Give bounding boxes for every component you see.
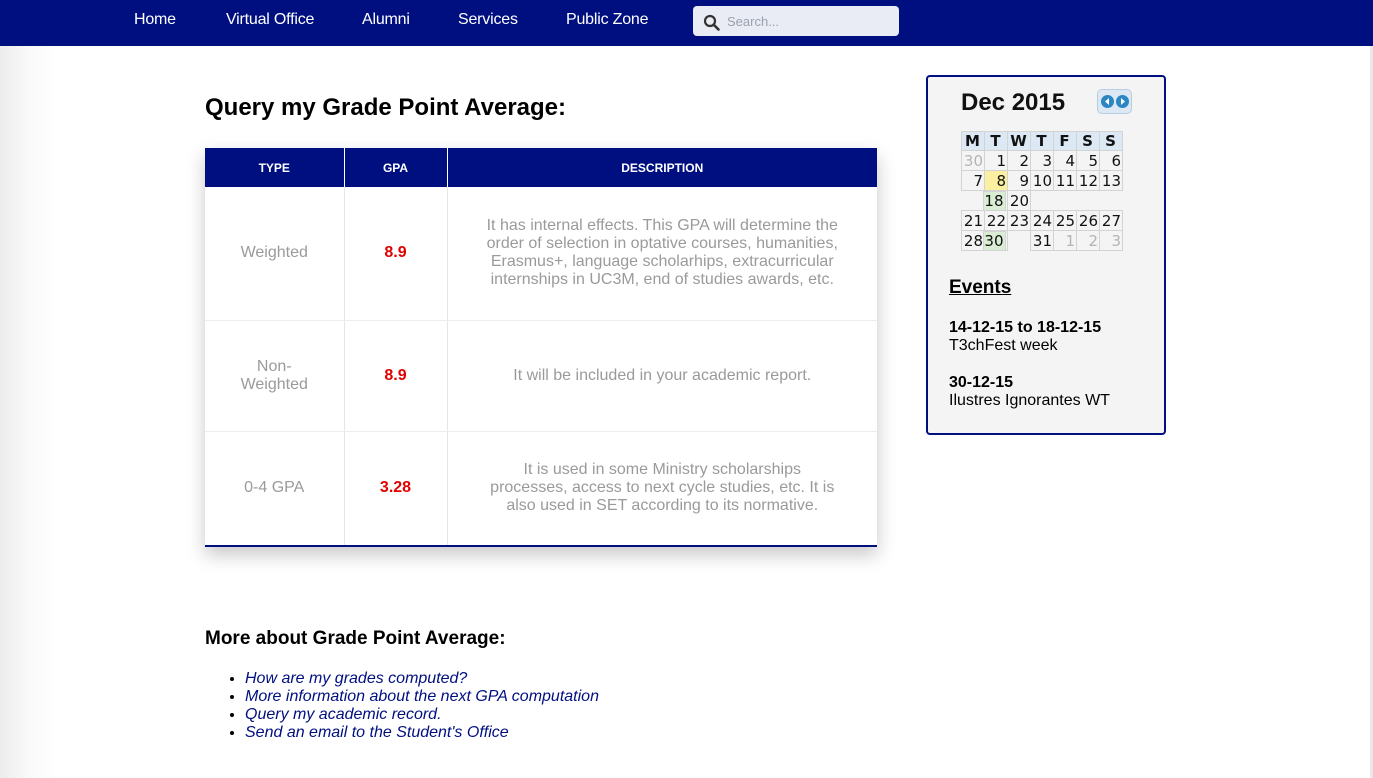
calendar-day-today[interactable]: 8 [984,170,1008,191]
event-item: 30-12-15 Ilustres Ignorantes WT [949,374,1110,410]
weekday-label: S [1076,131,1100,151]
calendar-day[interactable]: 6 [1099,150,1123,171]
calendar-day[interactable]: 1 [1053,230,1077,251]
calendar-day[interactable]: 10 [1030,170,1054,191]
calendar-week: 14 15 16 17 18 19 20 [962,190,1123,211]
gpa-table-card: TYPE GPA DESCRIPTION Weighted 8.9 It has… [205,148,877,547]
calendar-day[interactable]: 23 [1007,210,1031,231]
calendar-day-event[interactable]: 30 [982,231,1006,251]
calendar-day[interactable]: 24 [1030,210,1054,231]
weekday-label: S [1099,131,1123,151]
more-links-list: How are my grades computed? More informa… [205,670,599,742]
search-input[interactable] [727,6,892,36]
calendar-day[interactable]: 30 [961,150,985,171]
event-date: 14-12-15 to 18-12-15 [949,319,1102,336]
gpa-description-cell: It has internal effects. This GPA will d… [447,187,877,321]
gpa-value-cell: 3.28 [344,431,448,547]
link-email-students-office[interactable]: Send an email to the Student's Office [245,724,509,741]
calendar-week: 21 22 23 24 25 26 27 [961,210,1123,231]
column-header-gpa: GPA [344,148,448,187]
calendar-day[interactable]: 1 [984,150,1008,171]
calendar-grid: M T W T F S S 30 1 2 3 4 5 6 7 8 9 10 11… [961,131,1123,251]
weekday-label: W [1007,131,1031,151]
event-date: 30-12-15 [949,374,1014,391]
table-row: 0-4 GPA 3.28 It is used in some Ministry… [205,431,877,547]
gpa-type-cell: Weighted [205,187,345,321]
nav-services[interactable]: Services [458,11,518,29]
list-item: Send an email to the Student's Office [245,724,599,742]
gpa-description-cell: It will be included in your academic rep… [447,320,877,432]
nav-public-zone[interactable]: Public Zone [566,11,648,29]
calendar-day[interactable]: 31 [1030,230,1054,251]
gpa-value-cell: 8.9 [344,320,448,432]
calendar-day[interactable]: 2 [1076,230,1100,251]
list-item: More information about the next GPA comp… [245,688,599,706]
link-academic-record[interactable]: Query my academic record. [245,706,442,723]
calendar-day[interactable]: 2 [1007,150,1031,171]
weekday-label: T [1030,131,1054,151]
calendar-day[interactable]: 28 [961,230,985,251]
gpa-description-text: It will be included in your academic rep… [513,366,812,384]
calendar-day[interactable]: 25 [1053,210,1077,231]
search-icon [703,14,720,31]
calendar-day[interactable]: 13 [1099,170,1123,191]
calendar-day[interactable]: 11 [1053,170,1077,191]
arrow-left-icon [1105,98,1109,105]
prev-month-button[interactable] [1101,95,1114,108]
list-item: How are my grades computed? [245,670,599,688]
calendar-day[interactable]: 3 [1099,230,1123,251]
calendar-week: 7 8 9 10 11 12 13 [961,170,1123,191]
calendar-nav [1097,89,1132,114]
calendar-day[interactable]: 7 [961,170,985,191]
table-row: Weighted 8.9 It has internal effects. Th… [205,187,877,321]
calendar-day[interactable]: 21 [961,210,985,231]
more-section-title: More about Grade Point Average: [205,628,506,649]
gpa-description-text: It has internal effects. This GPA will d… [486,217,838,289]
page-title: Query my Grade Point Average: [205,94,567,121]
arrow-right-icon [1121,98,1125,105]
calendar-day[interactable]: 9 [1007,170,1031,191]
gpa-type-text: Non-Weighted [240,357,308,393]
table-row: Non-Weighted 8.9 It will be included in … [205,320,877,432]
link-grades-computed[interactable]: How are my grades computed? [245,670,467,687]
weekday-label: T [984,131,1008,151]
list-item: Query my academic record. [245,706,599,724]
column-header-type: TYPE [205,148,345,187]
calendar-day[interactable]: 26 [1076,210,1100,231]
calendar-week: 30 1 2 3 4 5 6 [961,150,1123,171]
calendar-day[interactable]: 5 [1076,150,1100,171]
gpa-description-text: It is used in some Ministry scholarships… [490,461,835,515]
calendar-events-panel: Dec 2015 M T W T F S S 30 1 2 3 4 5 6 7 … [926,75,1166,435]
calendar-month-label: Dec 2015 [961,89,1066,116]
weekday-label: M [961,131,985,151]
next-month-button[interactable] [1116,95,1129,108]
calendar-day[interactable]: 3 [1030,150,1054,171]
calendar-day-event[interactable]: 18 [982,191,1006,211]
link-next-gpa-computation[interactable]: More information about the next GPA comp… [245,688,599,705]
event-name: Ilustres Ignorantes WT [949,392,1110,409]
gpa-value-cell: 8.9 [344,187,448,321]
gpa-table: TYPE GPA DESCRIPTION Weighted 8.9 It has… [205,148,877,547]
gpa-description-cell: It is used in some Ministry scholarships… [447,431,877,547]
gpa-type-cell: Non-Weighted [205,320,345,432]
gpa-type-cell: 0-4 GPA [205,431,345,547]
search-box[interactable] [693,6,899,36]
column-header-description: DESCRIPTION [447,148,877,187]
calendar-day[interactable]: 4 [1053,150,1077,171]
calendar-day[interactable]: 20 [1007,190,1031,211]
event-item: 14-12-15 to 18-12-15 T3chFest week [949,319,1101,355]
events-title: Events [949,277,1012,298]
calendar-day[interactable]: 12 [1076,170,1100,191]
calendar-day[interactable]: 22 [984,210,1008,231]
calendar-weekday-row: M T W T F S S [961,131,1123,151]
top-navbar: Home Virtual Office Alumni Services Publ… [0,0,1373,46]
calendar-day[interactable]: 27 [1099,210,1123,231]
nav-home[interactable]: Home [134,11,176,29]
nav-alumni[interactable]: Alumni [362,11,410,29]
calendar-week: 28 29 30 31 1 2 3 [961,230,1123,251]
nav-virtual-office[interactable]: Virtual Office [226,11,314,29]
weekday-label: F [1053,131,1077,151]
event-name: T3chFest week [949,337,1058,354]
table-header-row: TYPE GPA DESCRIPTION [205,148,877,187]
